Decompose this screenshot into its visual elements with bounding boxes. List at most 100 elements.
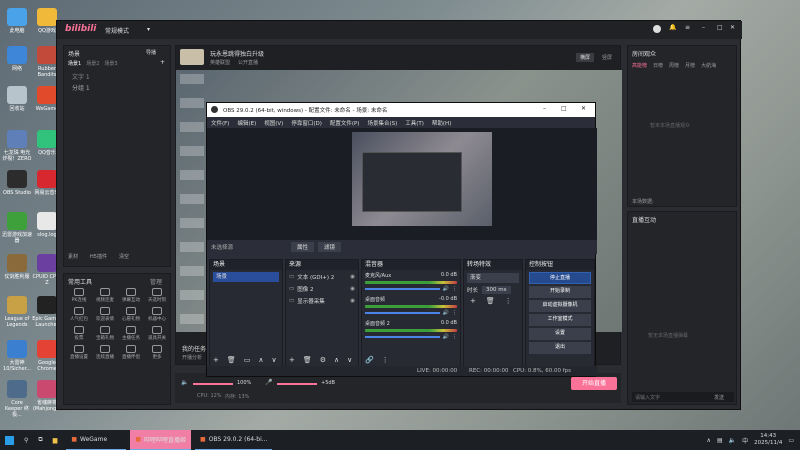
tool-item[interactable]: 连续直播 (92, 345, 118, 360)
obs-control-button[interactable]: 退出 (529, 342, 591, 354)
manage-link[interactable]: 管理 (150, 277, 162, 286)
tool-item[interactable]: 投票 (66, 326, 92, 341)
obs-control-button[interactable]: 开始录制 (529, 286, 591, 298)
start-live-button[interactable]: 开始直播 (571, 377, 617, 390)
taskbar-app[interactable]: ■ WeGame (66, 430, 127, 450)
obs-menu-item[interactable]: 视图(V) (264, 119, 283, 127)
obs-maximize-icon[interactable]: □ (561, 105, 567, 112)
transition-select[interactable]: 渐变 (467, 273, 519, 283)
tool-item[interactable]: 机器中心 (144, 307, 170, 322)
volume-slider[interactable] (365, 312, 440, 314)
tool-item[interactable]: 道具开关 (144, 326, 170, 341)
scene-tab[interactable]: 场景2 (86, 60, 99, 67)
avatar[interactable] (653, 25, 661, 33)
channel-speaker-icon[interactable]: 🔊 (443, 286, 449, 292)
tool-item[interactable]: 天选时刻 (144, 288, 170, 303)
desktop-icon[interactable]: 大雷神 10/Sicher... (2, 340, 32, 372)
tray-chevron-icon[interactable]: ∧ (707, 437, 711, 444)
obs-menu-item[interactable]: 编辑(E) (237, 119, 256, 127)
explorer-icon[interactable]: ▆ (48, 430, 63, 450)
taskbar-app[interactable]: ■ 哔哩哔哩直播姬 (130, 430, 192, 450)
obs-minimize-icon[interactable]: – (543, 105, 546, 112)
tool-item[interactable]: 心愿礼物 (118, 307, 144, 322)
eye-icon[interactable]: ◉ (350, 286, 355, 292)
rank-tab[interactable]: 大航海 (701, 62, 716, 69)
landscape-button[interactable]: 横屏 (576, 53, 595, 62)
desktop-icon[interactable]: 七龙珠 电光炸裂！ZERO (2, 130, 32, 162)
mic-volume-slider[interactable] (277, 383, 317, 385)
source-item[interactable]: ▭ 显示器采集 ◉ (289, 296, 355, 306)
tool-item[interactable]: PK连线 (66, 288, 92, 303)
scene-tool[interactable]: H5插件 (90, 253, 107, 260)
obs-control-button[interactable]: 设置 (529, 328, 591, 340)
link-icon[interactable]: 🔗 (365, 356, 374, 364)
search-icon[interactable]: ⚲ (19, 430, 33, 450)
duration-input[interactable]: 300 ms (482, 286, 511, 294)
volume-icon[interactable]: 🔈 (729, 437, 736, 444)
import-button[interactable]: 导播 (146, 49, 156, 56)
tool-item[interactable]: 主播任务 (118, 326, 144, 341)
portrait-button[interactable]: 竖屏 (598, 53, 616, 62)
send-button[interactable]: 发送 (714, 394, 724, 401)
desktop-icon[interactable]: 迅雷游戏加速器 (2, 212, 32, 244)
obs-close-icon[interactable]: ✕ (581, 105, 586, 112)
rank-tab[interactable]: 月榜 (685, 62, 695, 69)
volume-slider[interactable] (365, 336, 440, 338)
rank-tab[interactable]: 日榜 (653, 62, 663, 69)
obs-menu-item[interactable]: 配置文件(P) (330, 119, 360, 127)
source-settings-icon[interactable]: ⚙ (320, 356, 326, 364)
scene-tab[interactable]: 场景3 (104, 60, 117, 67)
move-up-icon[interactable]: ∧ (258, 356, 263, 364)
speaker-icon[interactable]: 🔈 (181, 379, 188, 386)
channel-speaker-icon[interactable]: 🔊 (443, 334, 449, 340)
obs-control-button[interactable]: 停止直播 (529, 272, 591, 284)
channel-speaker-icon[interactable]: 🔊 (443, 310, 449, 316)
channel-menu-icon[interactable]: ⋮ (452, 334, 457, 340)
source-text[interactable]: 文字 1 (72, 72, 90, 81)
scene-filter-icon[interactable]: ▭ (244, 356, 251, 364)
add-scene-icon[interactable]: + (213, 356, 219, 364)
scene-tool[interactable]: 素材 (68, 253, 78, 260)
maximize-icon[interactable]: □ (717, 24, 723, 31)
desktop-icon[interactable]: 此电脑 (2, 8, 32, 34)
source-item[interactable]: ▭ 图像 2 ◉ (289, 284, 355, 294)
rank-tab[interactable]: 周榜 (669, 62, 679, 69)
minimize-icon[interactable]: – (702, 24, 705, 31)
obs-menu-item[interactable]: 停靠窗口(D) (291, 119, 322, 127)
obs-control-button[interactable]: 启动虚拟摄像机 (529, 300, 591, 312)
transition-menu-icon[interactable]: ⋮ (505, 297, 512, 305)
tool-item[interactable]: 宝箱礼物 (92, 326, 118, 341)
mixer-menu-icon[interactable]: ⋮ (382, 356, 389, 364)
source-item[interactable]: ▭ 文本 (GDI+) 2 ◉ (289, 272, 355, 282)
chat-input[interactable]: 请输入文字 发送 (632, 392, 734, 402)
obs-control-button[interactable]: 工作室模式 (529, 314, 591, 326)
properties-button[interactable]: 属性 (291, 242, 315, 252)
remove-scene-icon[interactable]: 🗑 (227, 356, 236, 364)
ime-indicator[interactable]: 中 (742, 436, 748, 445)
obs-menu-item[interactable]: 帮助(H) (432, 119, 451, 127)
tool-item[interactable]: 人气红包 (66, 307, 92, 322)
start-button[interactable] (0, 430, 19, 450)
tool-item[interactable]: 视频连麦 (92, 288, 118, 303)
notification-icon[interactable]: ▭ (788, 437, 794, 444)
desktop-icon[interactable]: OBS Studio (2, 170, 32, 196)
filters-button[interactable]: 滤镜 (318, 242, 342, 252)
remove-transition-icon[interactable]: 🗑 (486, 297, 495, 305)
group-item[interactable]: 分组 1 (72, 83, 90, 92)
tool-item[interactable]: 直播伴侣 (118, 345, 144, 360)
task-view-icon[interactable]: ⧉ (33, 430, 47, 450)
desktop-icon[interactable]: 仗剑胜利服 (2, 254, 32, 280)
stream-title[interactable]: 玩永恩跳得独白升级 (210, 49, 264, 58)
clock[interactable]: 14:43 2025/11/4 (754, 433, 782, 447)
volume-slider[interactable] (365, 288, 440, 290)
scene-tool[interactable]: 清空 (119, 253, 129, 260)
channel-menu-icon[interactable]: ⋮ (452, 286, 457, 292)
source-down-icon[interactable]: ∨ (347, 356, 352, 364)
rank-tab[interactable]: 高能榜 (632, 62, 647, 69)
mode-select[interactable]: 常规模式 (105, 26, 129, 35)
tool-item[interactable]: 直播设置 (66, 345, 92, 360)
speaker-volume-slider[interactable] (193, 383, 233, 385)
obs-menu-item[interactable]: 文件(F) (211, 119, 229, 127)
scene-item[interactable]: 场景 (213, 272, 279, 282)
add-source-icon[interactable]: + (289, 356, 295, 364)
